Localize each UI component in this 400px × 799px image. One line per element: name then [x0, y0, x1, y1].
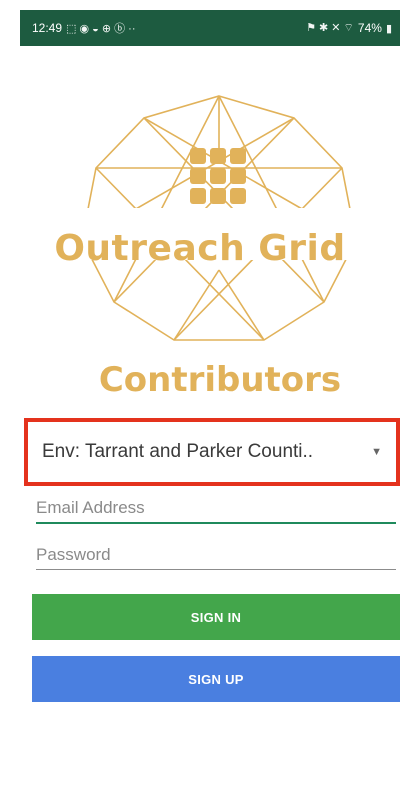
dropdown-arrow-icon: ▼: [371, 446, 382, 458]
sign-in-button[interactable]: SIGN IN: [32, 594, 400, 640]
system-icons: ⚑ ✱ ✕ ⌔: [306, 22, 354, 34]
email-input[interactable]: [36, 494, 396, 524]
status-time: 12:49: [32, 21, 63, 35]
battery-percent: 74%: [357, 21, 382, 35]
battery-icon: ▮: [385, 22, 392, 35]
contributors-title: Contributors: [98, 360, 342, 400]
outreach-grid-logo: [74, 95, 364, 341]
password-input[interactable]: [36, 540, 396, 570]
sign-up-button[interactable]: SIGN UP: [32, 656, 400, 702]
environment-selected-value: Env: Tarrant and Parker Counti..: [42, 441, 314, 462]
grid-squares-icon: [190, 148, 246, 204]
brand-title: Outreach Grid: [54, 228, 346, 269]
status-bar: 12:49 ⬚ ◉ ◒ ⊕ ⓑ ·· ⚑ ✱ ✕ ⌔ 74% ▮: [20, 10, 400, 46]
notification-icons: ⬚ ◉ ◒ ⊕ ⓑ ··: [66, 23, 136, 35]
environment-dropdown[interactable]: Env: Tarrant and Parker Counti.. ▼: [24, 418, 400, 486]
